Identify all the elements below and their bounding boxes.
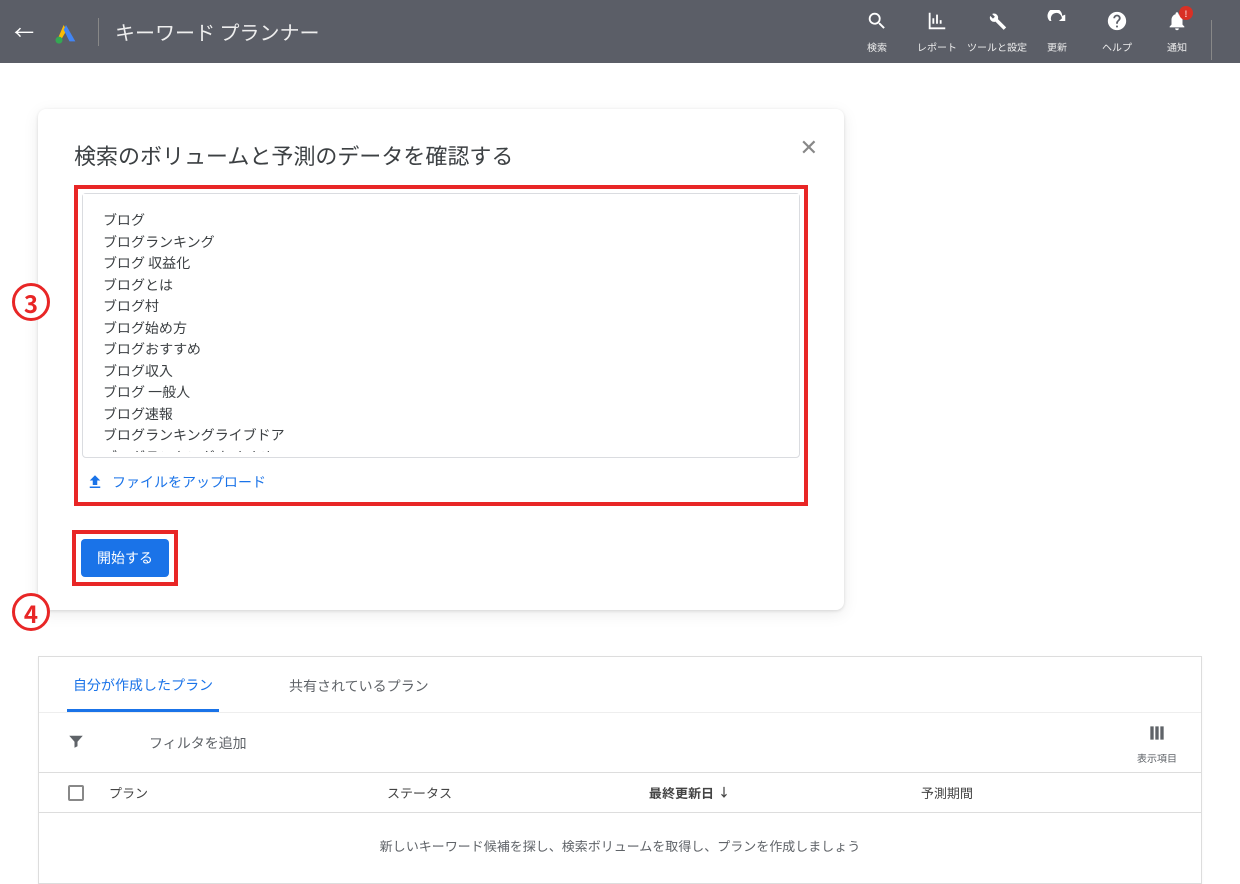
search-icon (866, 10, 888, 37)
columns-tool[interactable]: 表示項目 (1137, 723, 1177, 765)
header-divider (98, 18, 99, 46)
annotation-highlight-3: ファイルをアップロード (74, 185, 808, 506)
tools-settings-label: ツールと設定 (967, 41, 1027, 52)
keywords-textarea-wrap (82, 193, 800, 458)
upload-file-link[interactable]: ファイルをアップロード (82, 458, 800, 494)
upload-icon (86, 473, 104, 491)
annotation-highlight-4: 開始する (72, 530, 178, 586)
card-title: 検索のボリュームと予測のデータを確認する (74, 139, 808, 171)
columns-label: 表示項目 (1137, 750, 1177, 765)
annotation-badge-4: 4 (12, 593, 50, 631)
col-plan[interactable]: プラン (97, 783, 387, 802)
filter-row: フィルタを追加 表示項目 (39, 713, 1201, 773)
tools-settings-tool[interactable]: ツールと設定 (967, 10, 1027, 52)
col-updated[interactable]: 最終更新日 ↓ (649, 783, 921, 802)
filter-icon[interactable] (67, 731, 85, 755)
search-tool[interactable]: 検索 (847, 10, 907, 52)
wrench-icon (986, 10, 1008, 37)
search-label: 検索 (867, 41, 887, 52)
col-period[interactable]: 予測期間 (921, 783, 1185, 802)
google-ads-logo[interactable] (52, 18, 80, 46)
reports-label: レポート (917, 41, 957, 52)
refresh-tool[interactable]: 更新 (1027, 10, 1087, 52)
back-arrow-icon[interactable]: ← (0, 17, 40, 46)
col-status[interactable]: ステータス (387, 783, 649, 802)
annotation-badge-3: 3 (12, 283, 50, 321)
upload-label: ファイルをアップロード (112, 472, 266, 492)
refresh-label: 更新 (1047, 41, 1067, 52)
header-toolbar: 検索 レポート ツールと設定 更新 ヘルプ ! 通知 (847, 0, 1240, 63)
page-title: キーワード プランナー (115, 17, 319, 46)
refresh-icon (1046, 10, 1068, 37)
volume-forecast-card: 検索のボリュームと予測のデータを確認する ✕ ファイルをアップロード 開始する (38, 109, 844, 610)
tab-my-plans[interactable]: 自分が作成したプラン (67, 675, 219, 712)
select-all-checkbox[interactable] (55, 785, 97, 801)
sort-down-icon: ↓ (718, 784, 730, 801)
plans-tabs: 自分が作成したプラン 共有されているプラン (39, 657, 1201, 713)
bar-chart-icon (926, 10, 948, 37)
plans-table-header: プラン ステータス 最終更新日 ↓ 予測期間 (39, 773, 1201, 813)
start-button[interactable]: 開始する (81, 539, 169, 577)
tab-shared-plans[interactable]: 共有されているプラン (283, 676, 435, 712)
help-tool[interactable]: ヘルプ (1087, 10, 1147, 52)
notification-badge: ! (1179, 6, 1193, 20)
keywords-textarea[interactable] (83, 194, 799, 452)
toolbar-divider (1211, 20, 1212, 60)
reports-tool[interactable]: レポート (907, 10, 967, 52)
filter-placeholder[interactable]: フィルタを追加 (149, 733, 247, 753)
col-updated-label: 最終更新日 (649, 783, 714, 802)
notifications-label: 通知 (1167, 41, 1187, 52)
app-header: ← キーワード プランナー 検索 レポート ツールと設定 更新 ヘルプ ! 通知 (0, 0, 1240, 63)
close-icon[interactable]: ✕ (800, 135, 818, 157)
main-content: 検索のボリュームと予測のデータを確認する ✕ ファイルをアップロード 開始する … (0, 109, 1240, 884)
notifications-tool[interactable]: ! 通知 (1147, 10, 1207, 52)
help-label: ヘルプ (1102, 41, 1132, 52)
plans-section: 自分が作成したプラン 共有されているプラン フィルタを追加 表示項目 プラン ス… (38, 656, 1202, 884)
help-icon (1106, 10, 1128, 37)
